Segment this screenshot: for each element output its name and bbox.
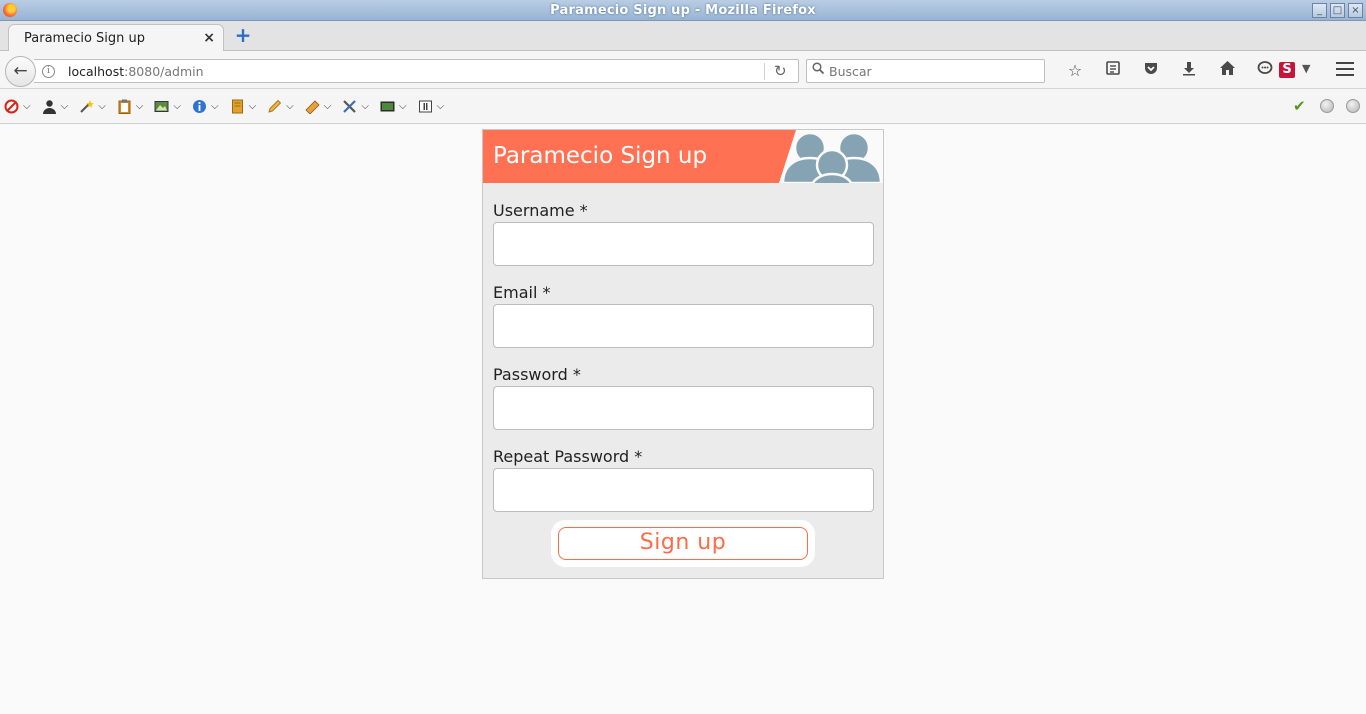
signup-card: Paramecio Sign up Username * Email * Pas… bbox=[482, 129, 884, 579]
toolbar-item-disable[interactable]: ⌵ bbox=[4, 97, 31, 115]
url-text: localhost:8080/admin bbox=[68, 64, 204, 79]
tab-strip: Paramecio Sign up × + bbox=[0, 21, 1366, 52]
toolbar-item-pencil[interactable]: ⌵ bbox=[267, 97, 294, 115]
image-icon bbox=[154, 99, 169, 114]
card-header: Paramecio Sign up bbox=[483, 130, 883, 183]
toolbar-item-css[interactable]: ⌵ bbox=[230, 97, 257, 115]
url-path: :8080/admin bbox=[124, 64, 204, 79]
bookmark-star-icon[interactable]: ☆ bbox=[1056, 60, 1094, 82]
clipboard-icon bbox=[117, 99, 132, 114]
repeat-password-input[interactable] bbox=[493, 468, 874, 512]
window-title: Paramecio Sign up - Mozilla Firefox bbox=[550, 2, 816, 18]
tools-icon bbox=[342, 99, 357, 114]
url-bar[interactable]: i localhost:8080/admin ↻ bbox=[34, 59, 799, 83]
chevron-down-icon: ⌵ bbox=[98, 100, 106, 112]
chevron-down-icon: ⌵ bbox=[210, 100, 219, 112]
chevron-down-icon: ⌵ bbox=[60, 100, 69, 112]
toolbar-item-info[interactable]: ⌵ bbox=[192, 97, 219, 115]
repeat-password-label: Repeat Password * bbox=[493, 447, 643, 466]
css-icon bbox=[230, 99, 245, 114]
firefox-logo-icon bbox=[3, 3, 17, 17]
layout-icon bbox=[418, 99, 433, 114]
signup-button[interactable]: Sign up bbox=[558, 527, 808, 560]
toolbar-item-ruler[interactable]: ⌵ bbox=[305, 97, 332, 115]
window-titlebar: Paramecio Sign up - Mozilla Firefox _ □ … bbox=[0, 0, 1366, 21]
info-icon bbox=[192, 99, 207, 114]
email-label: Email * bbox=[493, 283, 551, 302]
toolbar-item-layout[interactable]: ⌵ bbox=[418, 97, 445, 115]
tab-active[interactable]: Paramecio Sign up × bbox=[8, 24, 224, 52]
pencil-icon bbox=[267, 99, 282, 114]
disable-icon bbox=[4, 99, 19, 114]
download-icon[interactable] bbox=[1170, 60, 1208, 82]
username-input[interactable] bbox=[493, 222, 874, 266]
back-arrow-icon: ← bbox=[13, 61, 28, 81]
chevron-down-icon: ⌵ bbox=[135, 100, 144, 112]
menu-icon[interactable] bbox=[1336, 62, 1354, 78]
extension-toolbar: ⌵ ⌵ ⌵ ⌵ ⌵ ⌵ ⌵ ⌵ ⌵ ⌵ ⌵ ⌵ bbox=[0, 89, 1366, 124]
navigation-bar: i localhost:8080/admin ↻ ← ☆ S ▼ bbox=[0, 51, 1366, 89]
console-icon bbox=[380, 99, 395, 114]
toolbar-item-console[interactable]: ⌵ bbox=[380, 97, 407, 115]
password-input[interactable] bbox=[493, 386, 874, 430]
toolbar-item-image[interactable]: ⌵ bbox=[154, 97, 181, 115]
email-input[interactable] bbox=[493, 304, 874, 348]
url-separator bbox=[764, 63, 765, 80]
status-dot-icon bbox=[1320, 99, 1334, 113]
search-bar[interactable] bbox=[806, 59, 1045, 83]
search-icon bbox=[812, 62, 825, 79]
chevron-down-icon: ⌵ bbox=[173, 100, 181, 112]
chevron-down-icon: ⌵ bbox=[323, 100, 332, 112]
url-host: localhost bbox=[68, 64, 125, 79]
ruler-icon bbox=[305, 99, 320, 115]
username-label: Username * bbox=[493, 201, 588, 220]
tab-close-icon[interactable]: × bbox=[203, 30, 215, 46]
close-window-button[interactable]: × bbox=[1348, 3, 1363, 18]
chevron-down-icon: ⌵ bbox=[286, 100, 294, 112]
window-controls: _ □ × bbox=[1312, 3, 1363, 18]
toolbar-item-wand[interactable]: ⌵ bbox=[79, 97, 106, 115]
toolbar-item-clipboard[interactable]: ⌵ bbox=[117, 97, 144, 115]
home-icon[interactable] bbox=[1208, 60, 1246, 82]
extension-s-icon[interactable]: S bbox=[1279, 62, 1295, 78]
submit-wrapper: Sign up bbox=[551, 520, 815, 567]
back-button[interactable]: ← bbox=[5, 56, 36, 87]
new-tab-button[interactable]: + bbox=[234, 25, 252, 45]
checkmark-icon: ✔ bbox=[1293, 97, 1306, 115]
extension-items: ⌵ ⌵ ⌵ ⌵ ⌵ ⌵ ⌵ ⌵ ⌵ ⌵ ⌵ ⌵ bbox=[4, 97, 455, 115]
status-dot-icon bbox=[1346, 99, 1360, 113]
wand-icon bbox=[79, 99, 95, 114]
site-info-icon[interactable]: i bbox=[42, 65, 55, 78]
chevron-down-icon: ⌵ bbox=[436, 100, 445, 112]
search-input[interactable] bbox=[829, 63, 1039, 80]
password-label: Password * bbox=[493, 365, 581, 384]
toolbar-item-user[interactable]: ⌵ bbox=[42, 97, 69, 115]
maximize-button[interactable]: □ bbox=[1330, 3, 1345, 18]
chevron-down-icon: ⌵ bbox=[398, 100, 407, 112]
chevron-down-icon: ⌵ bbox=[361, 100, 369, 112]
users-group-icon bbox=[781, 131, 883, 183]
tab-label: Paramecio Sign up bbox=[24, 31, 146, 46]
chevron-down-icon[interactable]: ▼ bbox=[1302, 62, 1310, 75]
toolbar-item-tools[interactable]: ⌵ bbox=[342, 97, 369, 115]
page-title: Paramecio Sign up bbox=[493, 143, 708, 169]
user-icon bbox=[42, 99, 57, 114]
page-content: Paramecio Sign up Username * Email * Pas… bbox=[0, 125, 1366, 714]
reading-list-icon[interactable] bbox=[1094, 60, 1132, 82]
reload-icon[interactable]: ↻ bbox=[774, 62, 787, 80]
chevron-down-icon: ⌵ bbox=[23, 100, 31, 112]
chevron-down-icon: ⌵ bbox=[248, 100, 257, 112]
nav-icons: ☆ bbox=[1056, 60, 1284, 82]
pocket-icon[interactable] bbox=[1132, 60, 1170, 82]
minimize-button[interactable]: _ bbox=[1312, 3, 1327, 18]
